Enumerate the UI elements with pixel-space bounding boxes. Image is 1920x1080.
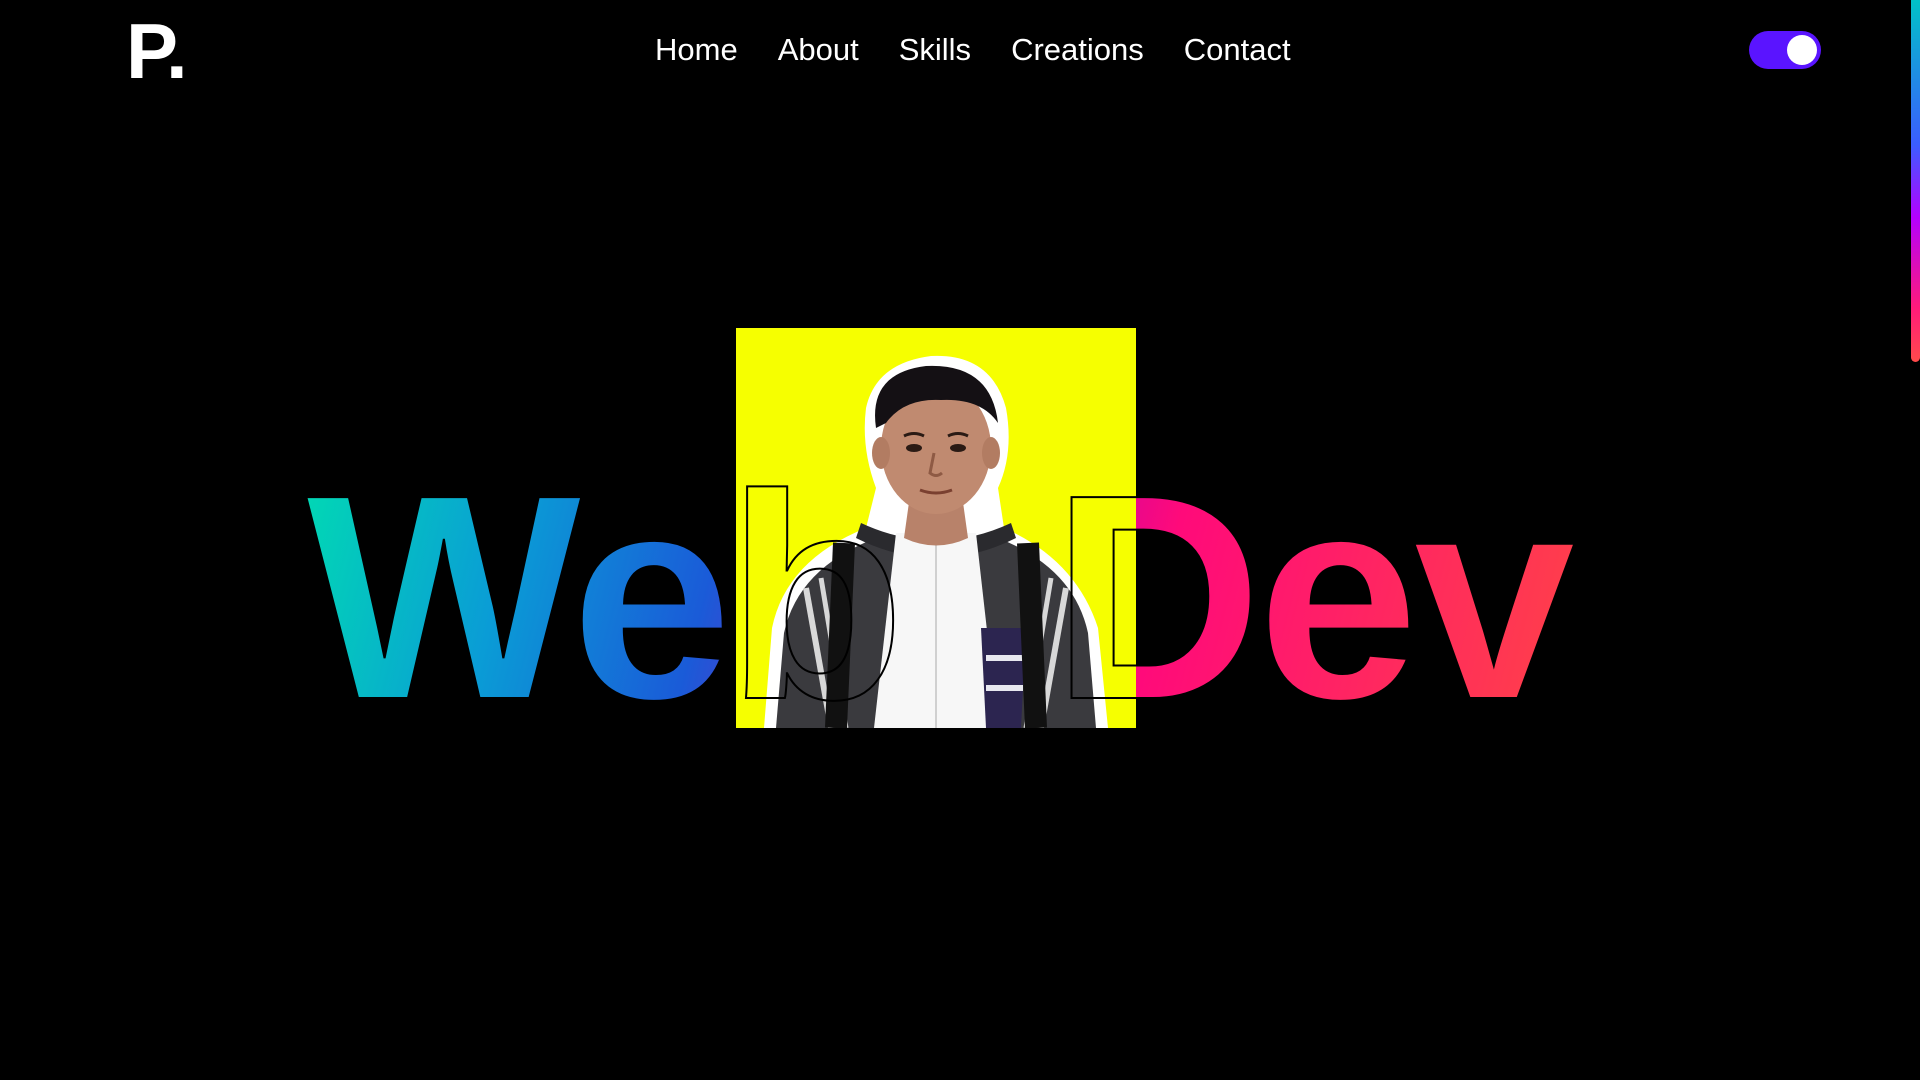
nav-creations[interactable]: Creations <box>1011 30 1144 70</box>
logo[interactable]: P. <box>126 12 188 90</box>
main-nav: Home About Skills Creations Contact <box>655 30 1291 70</box>
nav-skills[interactable]: Skills <box>899 30 971 70</box>
toggle-knob <box>1787 35 1817 65</box>
scroll-progress-bar[interactable] <box>1911 0 1920 362</box>
nav-contact[interactable]: Contact <box>1184 30 1291 70</box>
page: P. Home About Skills Creations Contact W… <box>0 0 1920 1080</box>
nav-home[interactable]: Home <box>655 30 738 70</box>
profile-photo <box>736 328 1136 728</box>
portrait-illustration <box>764 355 1108 728</box>
nav-about[interactable]: About <box>778 30 859 70</box>
theme-toggle[interactable] <box>1749 31 1821 69</box>
